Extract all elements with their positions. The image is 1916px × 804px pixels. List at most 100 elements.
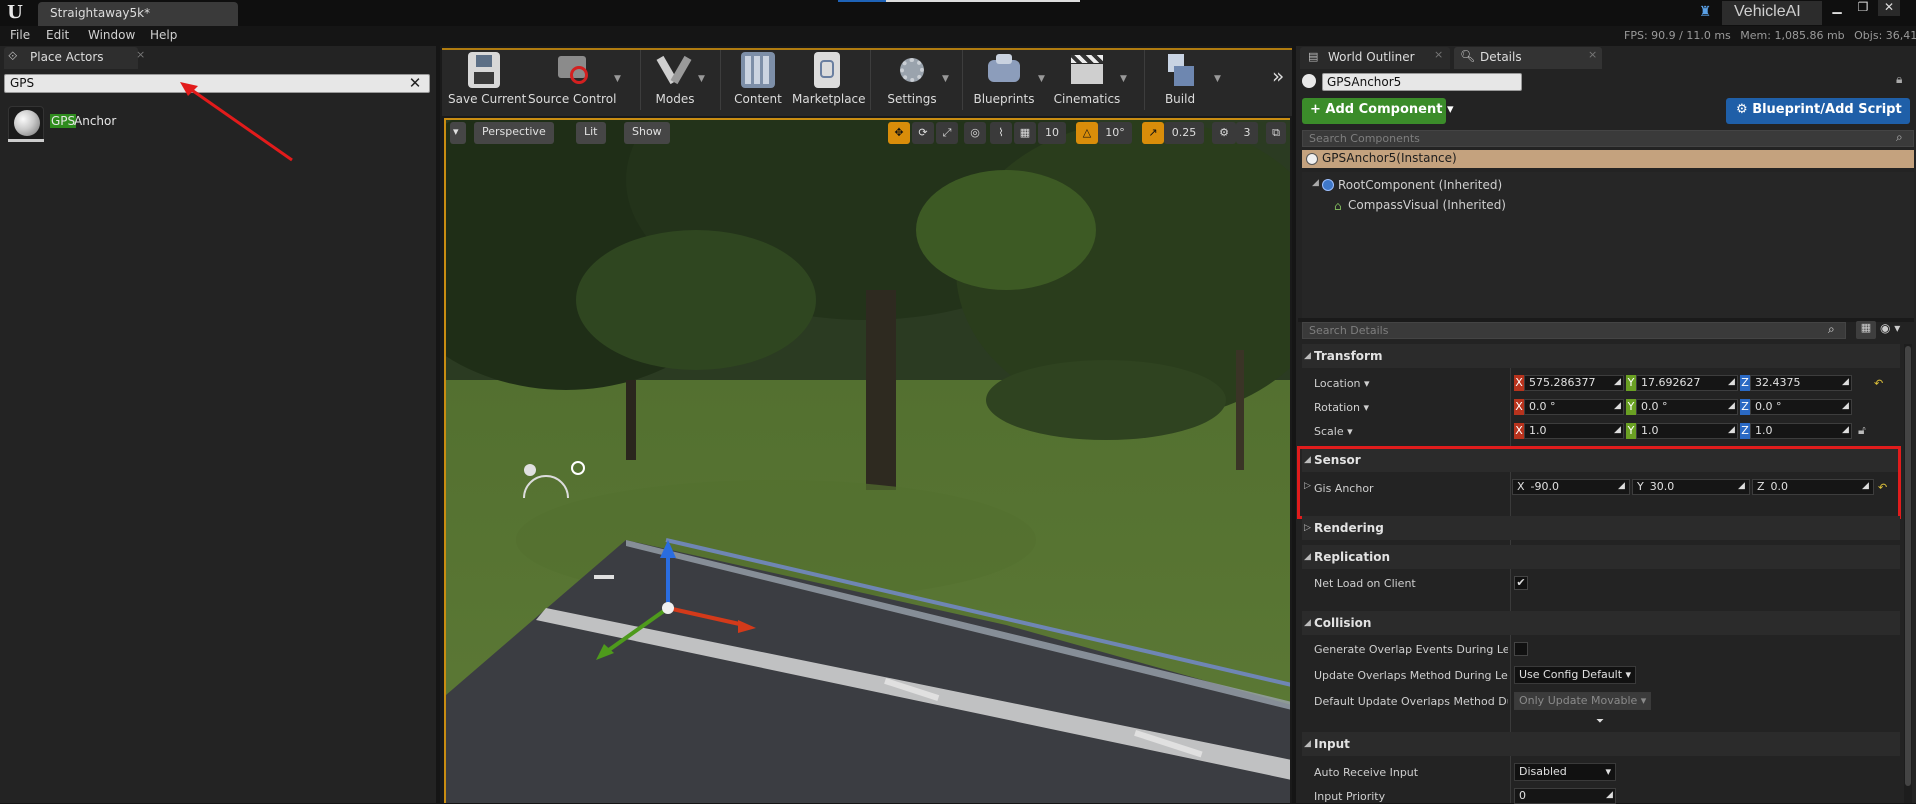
- maximize-viewport-icon[interactable]: ⧉: [1266, 122, 1286, 144]
- lit-button[interactable]: Lit: [576, 122, 606, 144]
- build-dropdown-icon[interactable]: ▼: [1214, 74, 1221, 84]
- source-control-status-icon[interactable]: ♜: [1696, 4, 1714, 22]
- category-replication[interactable]: [1302, 545, 1900, 569]
- collapse-arrow-icon[interactable]: ◢: [1304, 739, 1311, 749]
- category-collision[interactable]: [1302, 611, 1900, 635]
- perspective-button[interactable]: Perspective: [474, 122, 554, 144]
- actor-name-input[interactable]: GPSAnchor5: [1322, 73, 1522, 91]
- blueprints-button[interactable]: Blueprints: [968, 52, 1040, 114]
- source-control-button[interactable]: Source Control: [528, 52, 616, 114]
- scale-z-field[interactable]: 1.0: [1750, 423, 1852, 439]
- rotation-snap-icon[interactable]: △: [1076, 122, 1098, 144]
- grid-snap-value[interactable]: 10: [1038, 122, 1066, 144]
- clear-search-icon[interactable]: ✕: [405, 74, 425, 93]
- location-label[interactable]: Location ▾: [1314, 377, 1370, 390]
- modes-dropdown-icon[interactable]: ▼: [698, 74, 705, 84]
- generate-overlap-checkbox[interactable]: [1514, 642, 1528, 656]
- spin-arrow-icon[interactable]: ◢: [1728, 377, 1735, 387]
- menu-file[interactable]: File: [10, 28, 30, 42]
- content-button[interactable]: Content: [726, 52, 790, 114]
- close-tab-icon[interactable]: ×: [1588, 48, 1597, 61]
- source-control-dropdown-icon[interactable]: ▼: [614, 74, 621, 84]
- default-update-overlap-dropdown[interactable]: Only Update Movable ▾: [1514, 692, 1652, 710]
- location-z-field[interactable]: 32.4375: [1750, 375, 1852, 391]
- lock-scale-icon[interactable]: 🔓︎: [1858, 423, 1866, 438]
- viewport-options-button[interactable]: ▾: [450, 122, 466, 144]
- rotation-snap-value[interactable]: 10°: [1098, 122, 1132, 144]
- cinematics-button[interactable]: Cinematics: [1052, 52, 1122, 114]
- level-viewport[interactable]: [444, 118, 1290, 803]
- rotation-z-field[interactable]: 0.0 °: [1750, 399, 1852, 415]
- advanced-expand-icon[interactable]: ⏷: [1596, 716, 1604, 727]
- collapse-arrow-icon[interactable]: ◢: [1304, 552, 1311, 562]
- auto-receive-input-dropdown[interactable]: Disabled ▾: [1514, 763, 1616, 781]
- spin-arrow-icon[interactable]: ◢: [1842, 377, 1849, 387]
- eye-icon[interactable]: ◉ ▾: [1880, 321, 1912, 339]
- spin-arrow-icon[interactable]: ◢: [1614, 401, 1621, 411]
- close-window-button[interactable]: ✕: [1878, 0, 1900, 16]
- menu-window[interactable]: Window: [88, 28, 135, 42]
- scale-snap-icon[interactable]: ↗: [1142, 122, 1164, 144]
- minimize-window-button[interactable]: ▁: [1826, 0, 1848, 16]
- camera-speed-icon[interactable]: ⚙: [1212, 122, 1236, 144]
- cinematics-dropdown-icon[interactable]: ▼: [1120, 74, 1127, 84]
- location-x-field[interactable]: 575.286377: [1524, 375, 1624, 391]
- location-y-field[interactable]: 17.692627: [1636, 375, 1738, 391]
- spin-arrow-icon[interactable]: ◢: [1728, 401, 1735, 411]
- spin-arrow-icon[interactable]: ◢: [1614, 425, 1621, 435]
- spin-arrow-icon[interactable]: ◢: [1614, 377, 1621, 387]
- surface-snap-icon[interactable]: ⌇: [990, 122, 1012, 144]
- search-components-input[interactable]: Search Components: [1302, 130, 1914, 147]
- property-matrix-icon[interactable]: ▦: [1856, 321, 1876, 339]
- scale-label[interactable]: Scale ▾: [1314, 425, 1353, 438]
- blueprint-add-script-button[interactable]: ⚙ Blueprint/Add Script: [1726, 98, 1910, 124]
- rotation-x-field[interactable]: 0.0 °: [1524, 399, 1624, 415]
- tab-details[interactable]: [1454, 47, 1602, 69]
- scale-y-field[interactable]: 1.0: [1636, 423, 1738, 439]
- category-transform[interactable]: [1302, 344, 1900, 368]
- reset-to-default-icon[interactable]: ↶: [1874, 377, 1883, 390]
- document-tab[interactable]: Straightaway5k*: [38, 2, 238, 26]
- marketplace-button[interactable]: Marketplace: [792, 52, 866, 114]
- scale-x-field[interactable]: 1.0: [1524, 423, 1624, 439]
- compass-visual-item[interactable]: CompassVisual (Inherited): [1348, 198, 1506, 212]
- scale-tool-icon[interactable]: ⤢: [936, 122, 958, 144]
- scale-snap-value[interactable]: 0.25: [1164, 122, 1204, 144]
- rotation-label[interactable]: Rotation ▾: [1314, 401, 1369, 414]
- collapse-arrow-icon[interactable]: ◢: [1304, 351, 1311, 361]
- net-load-checkbox[interactable]: ✔: [1514, 576, 1528, 590]
- lock-icon[interactable]: 🔒︎: [1896, 72, 1902, 87]
- spin-arrow-icon[interactable]: ◢: [1606, 790, 1613, 800]
- input-priority-field[interactable]: 0: [1514, 788, 1616, 804]
- toolbar-overflow-icon[interactable]: »: [1272, 64, 1284, 88]
- root-component-item[interactable]: RootComponent (Inherited): [1338, 178, 1502, 192]
- translate-tool-icon[interactable]: ✥: [888, 122, 910, 144]
- world-space-icon[interactable]: ◎: [964, 122, 986, 144]
- spin-arrow-icon[interactable]: ◢: [1842, 425, 1849, 435]
- blueprints-dropdown-icon[interactable]: ▼: [1038, 74, 1045, 84]
- close-tab-icon[interactable]: ×: [1434, 48, 1443, 61]
- settings-dropdown-icon[interactable]: ▼: [942, 74, 949, 84]
- modes-button[interactable]: Modes: [644, 52, 706, 114]
- add-component-button[interactable]: + Add Component ▾: [1302, 98, 1453, 124]
- spin-arrow-icon[interactable]: ◢: [1842, 401, 1849, 411]
- build-button[interactable]: Build: [1150, 52, 1210, 114]
- expand-arrow-icon[interactable]: ◢: [1312, 178, 1319, 188]
- search-details-input[interactable]: Search Details: [1302, 322, 1846, 339]
- settings-button[interactable]: Settings: [878, 52, 946, 114]
- rotate-tool-icon[interactable]: ⟳: [912, 122, 934, 144]
- category-input[interactable]: [1302, 732, 1900, 756]
- spin-arrow-icon[interactable]: ◢: [1728, 425, 1735, 435]
- scrollbar-thumb[interactable]: [1905, 346, 1911, 786]
- show-button[interactable]: Show: [624, 122, 670, 144]
- update-overlap-dropdown[interactable]: Use Config Default ▾: [1514, 666, 1637, 684]
- save-current-button[interactable]: Save Current: [448, 52, 526, 114]
- close-tab-icon[interactable]: ×: [136, 48, 145, 61]
- expand-arrow-icon[interactable]: ▷: [1304, 523, 1311, 533]
- menu-edit[interactable]: Edit: [46, 28, 69, 42]
- menu-help[interactable]: Help: [150, 28, 177, 42]
- collapse-arrow-icon[interactable]: ◢: [1304, 618, 1311, 628]
- instance-row[interactable]: GPSAnchor5(Instance): [1302, 150, 1914, 168]
- camera-speed-value[interactable]: 3: [1236, 122, 1258, 144]
- maximize-window-button[interactable]: ❐: [1852, 0, 1874, 16]
